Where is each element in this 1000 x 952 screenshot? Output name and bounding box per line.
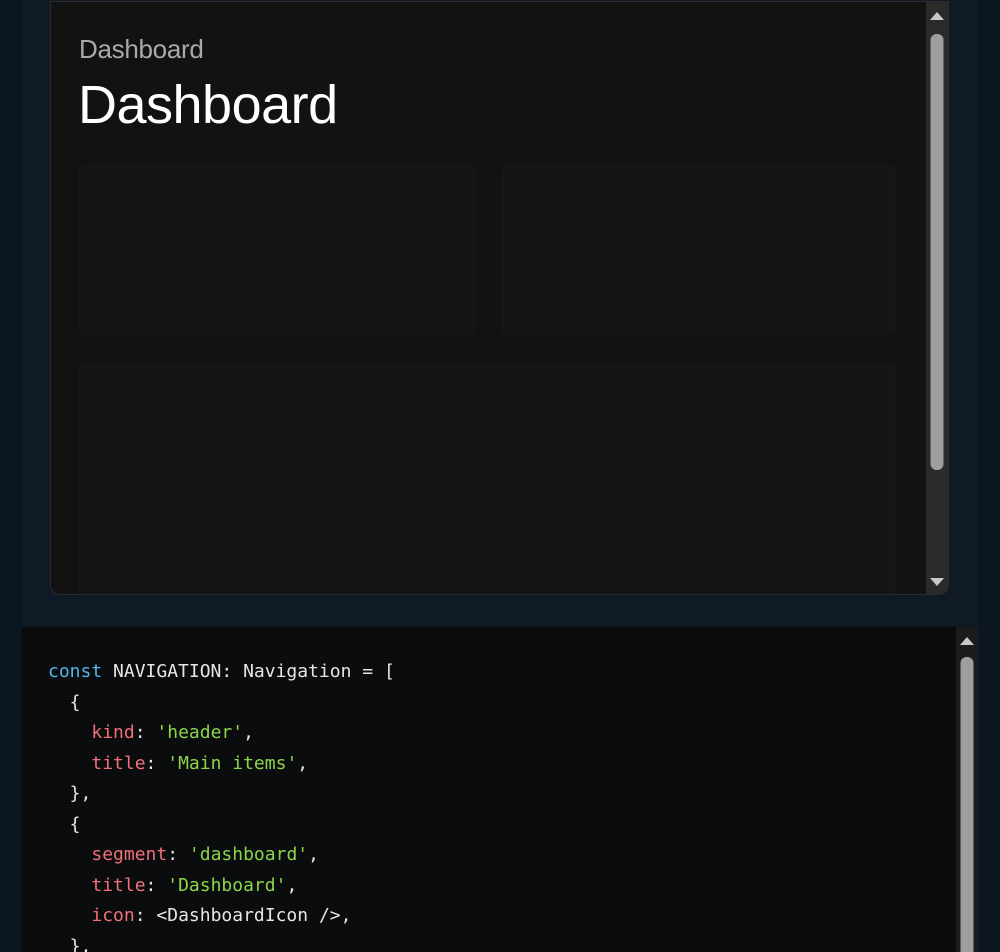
code-token: NAVIGATION: Navigation = [ [102, 661, 395, 682]
code-token: 'Dashboard' [167, 874, 287, 896]
code-line: }, [48, 932, 395, 952]
scroll-up-arrow-icon[interactable] [960, 637, 974, 645]
scroll-down-arrow-icon[interactable] [930, 578, 944, 586]
code-token: 'header' [156, 722, 244, 743]
page-title: Dashboard [78, 75, 338, 135]
preview-scrollbar-thumb[interactable] [930, 34, 944, 470]
code-token: }, [48, 935, 92, 952]
code-scrollbar-thumb[interactable] [960, 657, 974, 952]
code-token: const [48, 661, 103, 682]
code-token: 'Main items' [167, 752, 298, 774]
code-token: : [145, 752, 168, 774]
code-token: { [48, 691, 81, 713]
code-line: segment: 'dashboard', [48, 840, 395, 871]
code-token: : [167, 844, 189, 865]
code-token: icon [91, 905, 135, 926]
placeholder-card-bottom [79, 364, 896, 594]
code-scrollbar[interactable] [956, 627, 978, 952]
dashboard-preview: Dashboard Dashboard [50, 1, 949, 595]
code-line: kind: 'header', [48, 718, 395, 749]
code-token: kind [91, 722, 135, 743]
placeholder-card-top-right [502, 166, 896, 334]
code-block: const NAVIGATION: Navigation = [ { kind:… [22, 627, 978, 952]
code-line: title: 'Main items', [48, 749, 395, 780]
code-content: const NAVIGATION: Navigation = [ { kind:… [48, 657, 395, 952]
code-token: title [91, 874, 146, 896]
code-token: : [145, 874, 168, 896]
preview-scrollbar[interactable] [926, 2, 948, 594]
docs-demo-page: Dashboard Dashboard const NAVIGATION: Na… [0, 0, 1000, 952]
placeholder-card-top-left [79, 166, 475, 334]
scroll-up-arrow-icon[interactable] [930, 12, 944, 20]
code-line: const NAVIGATION: Navigation = [ [48, 657, 395, 688]
code-line: title: 'Dashboard', [48, 871, 395, 902]
code-token: { [48, 813, 81, 835]
preview-content: Dashboard Dashboard [51, 2, 927, 594]
code-token: , [308, 844, 319, 865]
code-line: icon: <DashboardIcon />, [48, 901, 395, 932]
code-token: , [286, 874, 298, 896]
code-token: : <DashboardIcon />, [134, 905, 352, 926]
breadcrumb[interactable]: Dashboard [79, 34, 204, 65]
code-token: segment [91, 844, 168, 865]
code-line: { [48, 688, 395, 719]
code-token: 'dashboard' [188, 844, 309, 865]
code-line: { [48, 810, 395, 841]
code-token: : [134, 722, 157, 743]
code-token: }, [48, 783, 92, 804]
code-token: , [297, 752, 309, 774]
code-token: , [243, 722, 254, 743]
code-token: title [91, 752, 146, 774]
code-line: }, [48, 779, 395, 810]
